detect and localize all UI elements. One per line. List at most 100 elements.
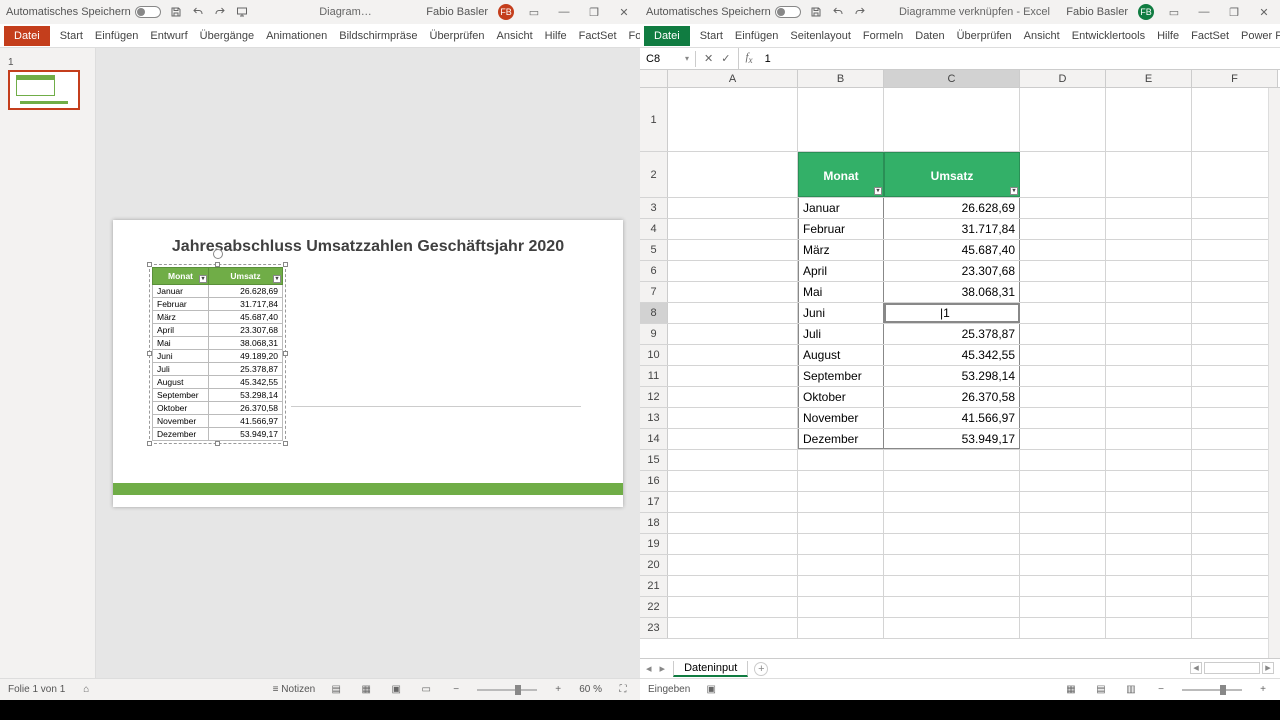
cell[interactable]: 26.628,69	[884, 198, 1020, 218]
cell[interactable]	[884, 576, 1020, 596]
cell[interactable]: 26.370,58	[884, 387, 1020, 407]
cell[interactable]	[668, 534, 798, 554]
slide-thumbnail[interactable]	[8, 70, 80, 110]
cell[interactable]: Mai	[798, 282, 884, 302]
cell[interactable]	[1192, 513, 1278, 533]
cell[interactable]: |1	[884, 303, 1020, 323]
cell[interactable]	[1106, 366, 1192, 386]
col-header-f[interactable]: F	[1192, 70, 1278, 87]
cell[interactable]	[668, 555, 798, 575]
cell[interactable]	[1106, 324, 1192, 344]
grid-rows[interactable]: 12Monat▾Umsatz▾3Januar26.628,694Februar3…	[640, 88, 1280, 639]
view-pagelayout-icon[interactable]: ▤	[1092, 684, 1110, 695]
cell[interactable]: 45.342,55	[884, 345, 1020, 365]
cell[interactable]	[1106, 282, 1192, 302]
avatar[interactable]: FB	[1138, 4, 1154, 20]
avatar[interactable]: FB	[498, 4, 514, 20]
cell[interactable]	[668, 576, 798, 596]
tab-ueberpruefen[interactable]: Überprüfen	[951, 26, 1018, 46]
file-tab[interactable]: Datei	[4, 26, 50, 46]
cell[interactable]	[1192, 618, 1278, 638]
view-sorter-icon[interactable]: ▦	[357, 684, 375, 695]
ribbon-display-icon[interactable]: ▭	[1164, 6, 1184, 19]
cell[interactable]	[884, 513, 1020, 533]
cell[interactable]	[1192, 282, 1278, 302]
slide-pane[interactable]: Jahresabschluss Umsatzzahlen Geschäftsja…	[96, 48, 640, 678]
cell[interactable]	[1192, 324, 1278, 344]
tab-start[interactable]: Start	[54, 26, 89, 46]
cell[interactable]	[1020, 576, 1106, 596]
cell[interactable]	[1020, 492, 1106, 512]
cell[interactable]: April	[798, 261, 884, 281]
cell[interactable]	[1192, 450, 1278, 470]
toggle-icon[interactable]	[775, 6, 801, 18]
fit-to-window-icon[interactable]: ⛶	[614, 684, 632, 695]
cell[interactable]	[668, 450, 798, 470]
cell[interactable]	[798, 450, 884, 470]
cell[interactable]	[1106, 534, 1192, 554]
zoom-slider[interactable]	[477, 689, 537, 691]
sheet-nav-next-icon[interactable]: ▸	[660, 662, 666, 675]
col-header-a[interactable]: A	[668, 70, 798, 87]
col-header-d[interactable]: D	[1020, 70, 1106, 87]
vertical-scrollbar[interactable]	[1268, 88, 1280, 658]
fx-icon[interactable]: fx	[739, 51, 758, 65]
cell[interactable]: Oktober	[798, 387, 884, 407]
name-box[interactable]: C8▾	[640, 51, 696, 67]
cell[interactable]	[884, 471, 1020, 491]
cell[interactable]	[798, 555, 884, 575]
cell[interactable]	[1106, 303, 1192, 323]
autosave-toggle[interactable]: Automatisches Speichern	[6, 6, 161, 18]
save-icon[interactable]	[169, 5, 183, 19]
restore-icon[interactable]: ❐	[584, 6, 604, 19]
cell[interactable]	[1020, 88, 1106, 151]
cell[interactable]: Februar	[798, 219, 884, 239]
thumbnail-pane[interactable]: 1	[0, 48, 96, 678]
cell[interactable]: 31.717,84	[884, 219, 1020, 239]
tab-entwicklertools[interactable]: Entwicklertools	[1066, 26, 1151, 46]
cell[interactable]	[1020, 534, 1106, 554]
cell[interactable]	[1020, 471, 1106, 491]
view-pagebreak-icon[interactable]: ▥	[1122, 684, 1140, 695]
cell[interactable]	[1192, 88, 1278, 151]
add-sheet-button[interactable]: +	[754, 662, 768, 676]
cell[interactable]: 25.378,87	[884, 324, 1020, 344]
cell[interactable]	[668, 366, 798, 386]
row-header[interactable]: 6	[640, 261, 668, 281]
resize-handle[interactable]	[147, 262, 152, 267]
tab-powerpivot[interactable]: Power Pivot	[1235, 26, 1280, 46]
cell[interactable]	[798, 597, 884, 617]
cell[interactable]: Juni	[798, 303, 884, 323]
undo-icon[interactable]	[191, 5, 205, 19]
tab-hilfe[interactable]: Hilfe	[1151, 26, 1185, 46]
cell[interactable]: März	[798, 240, 884, 260]
tab-uebergaenge[interactable]: Übergänge	[194, 26, 260, 46]
cell[interactable]: 45.687,40	[884, 240, 1020, 260]
cell[interactable]	[1020, 429, 1106, 449]
tab-factset[interactable]: FactSet	[1185, 26, 1235, 46]
macro-record-icon[interactable]: ▣	[702, 684, 720, 695]
tab-einfuegen[interactable]: Einfügen	[89, 26, 144, 46]
cancel-icon[interactable]: ✕	[704, 52, 713, 65]
cell[interactable]	[668, 303, 798, 323]
row-header[interactable]: 11	[640, 366, 668, 386]
cell[interactable]	[1192, 219, 1278, 239]
cell[interactable]	[1192, 492, 1278, 512]
cell[interactable]	[884, 618, 1020, 638]
cell[interactable]	[884, 492, 1020, 512]
notes-button[interactable]: ≡ Notizen	[273, 684, 316, 695]
tab-bildschirmpraese[interactable]: Bildschirmpräse	[333, 26, 423, 46]
tab-einfuegen[interactable]: Einfügen	[729, 26, 784, 46]
cell[interactable]	[1020, 366, 1106, 386]
cell[interactable]	[1020, 219, 1106, 239]
formula-input[interactable]: 1	[759, 53, 1280, 65]
cell[interactable]	[668, 597, 798, 617]
cell[interactable]	[798, 618, 884, 638]
cell[interactable]: Dezember	[798, 429, 884, 449]
accessibility-icon[interactable]: ⌂	[77, 684, 95, 695]
tab-ueberpruefen[interactable]: Überprüfen	[424, 26, 491, 46]
undo-icon[interactable]	[831, 5, 845, 19]
cell[interactable]	[1106, 261, 1192, 281]
cell[interactable]	[1192, 429, 1278, 449]
tab-factset[interactable]: FactSet	[573, 26, 623, 46]
